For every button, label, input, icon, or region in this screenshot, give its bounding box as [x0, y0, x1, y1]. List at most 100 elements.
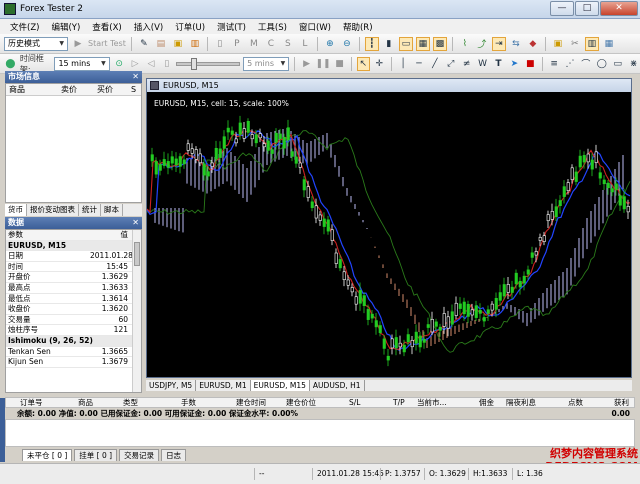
data-scrollbar[interactable]	[132, 230, 141, 392]
speed-icon[interactable]: ⊙	[113, 57, 126, 71]
slider-thumb[interactable]	[191, 57, 198, 70]
play-icon[interactable]: ▶	[71, 37, 85, 51]
column-ask[interactable]: 买价	[94, 84, 128, 95]
page-s-icon[interactable]: S	[281, 37, 295, 51]
new-chart-icon[interactable]: ▤	[154, 37, 168, 51]
tab-currencies[interactable]: 货币	[5, 204, 27, 216]
speed-slider[interactable]	[176, 57, 241, 70]
menu-help[interactable]: 帮助(R)	[337, 21, 379, 33]
col-swap[interactable]: 隔夜利息	[506, 398, 536, 408]
timeframe-select[interactable]: 15 mins ▼	[54, 56, 110, 71]
column-bid[interactable]: 卖价	[58, 84, 94, 95]
col-symbol[interactable]: 商品	[78, 398, 93, 408]
open-icon[interactable]: ▣	[171, 37, 185, 51]
candle-chart-icon[interactable]: ▮	[382, 37, 396, 51]
tab-tick-chart[interactable]: 报价变动图表	[27, 204, 79, 216]
price-chart[interactable]	[147, 92, 631, 377]
col-points[interactable]: 点数	[568, 398, 583, 408]
mode-select[interactable]: 历史模式 ▼	[4, 36, 68, 51]
menu-file[interactable]: 文件(Z)	[4, 21, 45, 33]
rectangle-icon[interactable]: ▭	[611, 57, 624, 71]
step-icon[interactable]: ▷	[129, 57, 142, 71]
ray-icon[interactable]: ⤢	[444, 57, 457, 71]
menu-insert[interactable]: 插入(V)	[128, 21, 169, 33]
indicator-icon[interactable]: ⌇	[458, 37, 472, 51]
arrow-mark-icon[interactable]: ➤	[508, 57, 521, 71]
chart-tab-audusd-h1[interactable]: AUDUSD, H1	[310, 380, 365, 391]
menu-view[interactable]: 查看(X)	[86, 21, 127, 33]
page-l-icon[interactable]: L	[298, 37, 312, 51]
menu-window[interactable]: 窗口(W)	[293, 21, 337, 33]
vertical-line-icon[interactable]: │	[397, 57, 410, 71]
tab-pending-orders[interactable]: 挂单 [ 0 ]	[74, 449, 118, 461]
chart-window[interactable]: EURUSD, M15 EURUSD, M15, cell: 15, scale…	[146, 78, 632, 378]
page-p-icon[interactable]: P	[230, 37, 244, 51]
column-symbol[interactable]: 商品	[6, 84, 58, 95]
menu-tools[interactable]: 工具(S)	[252, 21, 293, 33]
col-tp[interactable]: T/P	[393, 398, 405, 408]
col-open-price[interactable]: 建仓价位	[286, 398, 316, 408]
chart-tab-eurusd-m15[interactable]: EURUSD, M15	[250, 380, 310, 391]
close-icon[interactable]: ✕	[132, 71, 139, 83]
zoom-out-icon[interactable]: ⊖	[340, 37, 354, 51]
col-open-time[interactable]: 建仓时间	[236, 398, 266, 408]
col-lots[interactable]: 手数	[181, 398, 196, 408]
record-icon[interactable]: ▯	[160, 57, 173, 71]
folder-icon[interactable]: ▣	[551, 37, 565, 51]
chart-tab-usdjpy-m5[interactable]: USDJPY, M5	[146, 380, 197, 391]
data-icon[interactable]: ▥	[188, 37, 202, 51]
menu-orders[interactable]: 订单(U)	[169, 21, 211, 33]
tab-open-positions[interactable]: 未平仓 [ 0 ]	[22, 449, 73, 461]
color-icon[interactable]: ◆	[526, 37, 540, 51]
page-m-icon[interactable]: M	[247, 37, 261, 51]
col-order-id[interactable]: 订单号	[20, 398, 43, 408]
fibo-icon[interactable]: ≡	[548, 57, 561, 71]
doc-icon[interactable]: ▯	[213, 37, 227, 51]
menu-edit[interactable]: 编辑(Y)	[45, 21, 86, 33]
autoscroll-icon[interactable]: ⇥	[491, 36, 506, 51]
shift-icon[interactable]: ⇆	[509, 37, 523, 51]
pin-icon[interactable]: ⬤	[4, 57, 17, 71]
edit-icon[interactable]: ✎	[137, 37, 151, 51]
save-layout-icon[interactable]: ▦	[602, 37, 616, 51]
tab-journal[interactable]: 日志	[161, 449, 187, 461]
col-commission[interactable]: 佣金	[479, 398, 494, 408]
zoom-in-icon[interactable]: ⊕	[323, 37, 337, 51]
chart-window-title-bar[interactable]: EURUSD, M15	[147, 79, 631, 92]
step-back-icon[interactable]: ◁	[145, 57, 158, 71]
line-chart-icon[interactable]: ▦	[415, 36, 430, 51]
tab-scripts[interactable]: 脚本	[101, 204, 123, 216]
trend-icon[interactable]: ⤴	[475, 37, 489, 51]
bar-chart-icon[interactable]: ┇	[364, 36, 379, 51]
step-select[interactable]: 5 mins ▼	[243, 56, 290, 71]
fibo-arc-icon[interactable]: ⌒	[579, 57, 592, 71]
close-icon[interactable]: ✕	[132, 217, 139, 229]
channel-icon[interactable]: ≠	[460, 57, 473, 71]
shape-color-icon[interactable]: ■	[524, 57, 537, 71]
grid-icon[interactable]: ▩	[432, 36, 447, 51]
fibo-fan-icon[interactable]: ⋰	[564, 57, 577, 71]
ellipse-icon[interactable]: ◯	[595, 57, 608, 71]
stop-icon[interactable]: ■	[333, 57, 346, 71]
pause-icon[interactable]: ❚❚	[316, 57, 331, 71]
close-button[interactable]: ✕	[600, 1, 638, 16]
chart-tab-eurusd-m1[interactable]: EURUSD, M1	[196, 380, 251, 391]
col-type[interactable]: 类型	[123, 398, 138, 408]
start-test-button[interactable]: Start Test	[88, 39, 126, 48]
layout-icon[interactable]: ▥	[584, 36, 599, 51]
cursor-icon[interactable]: ↖	[356, 56, 370, 71]
tools-icon[interactable]: ✂	[568, 37, 582, 51]
scrollbar-thumb[interactable]	[134, 242, 140, 266]
col-market[interactable]: 当前市...	[417, 398, 447, 408]
menu-test[interactable]: 测试(T)	[211, 21, 252, 33]
col-sl[interactable]: S/L	[349, 398, 360, 408]
maximize-button[interactable]: □	[575, 1, 599, 16]
tab-statistics[interactable]: 统计	[79, 204, 101, 216]
col-profit[interactable]: 获利	[614, 398, 629, 408]
tab-history[interactable]: 交易记录	[119, 449, 160, 461]
crosshair-icon[interactable]: ✛	[373, 57, 386, 71]
wave-icon[interactable]: W	[476, 57, 489, 71]
page-c-icon[interactable]: C	[264, 37, 278, 51]
text-icon[interactable]: T	[492, 57, 505, 71]
candlestick-icon[interactable]: ▭	[398, 36, 413, 51]
